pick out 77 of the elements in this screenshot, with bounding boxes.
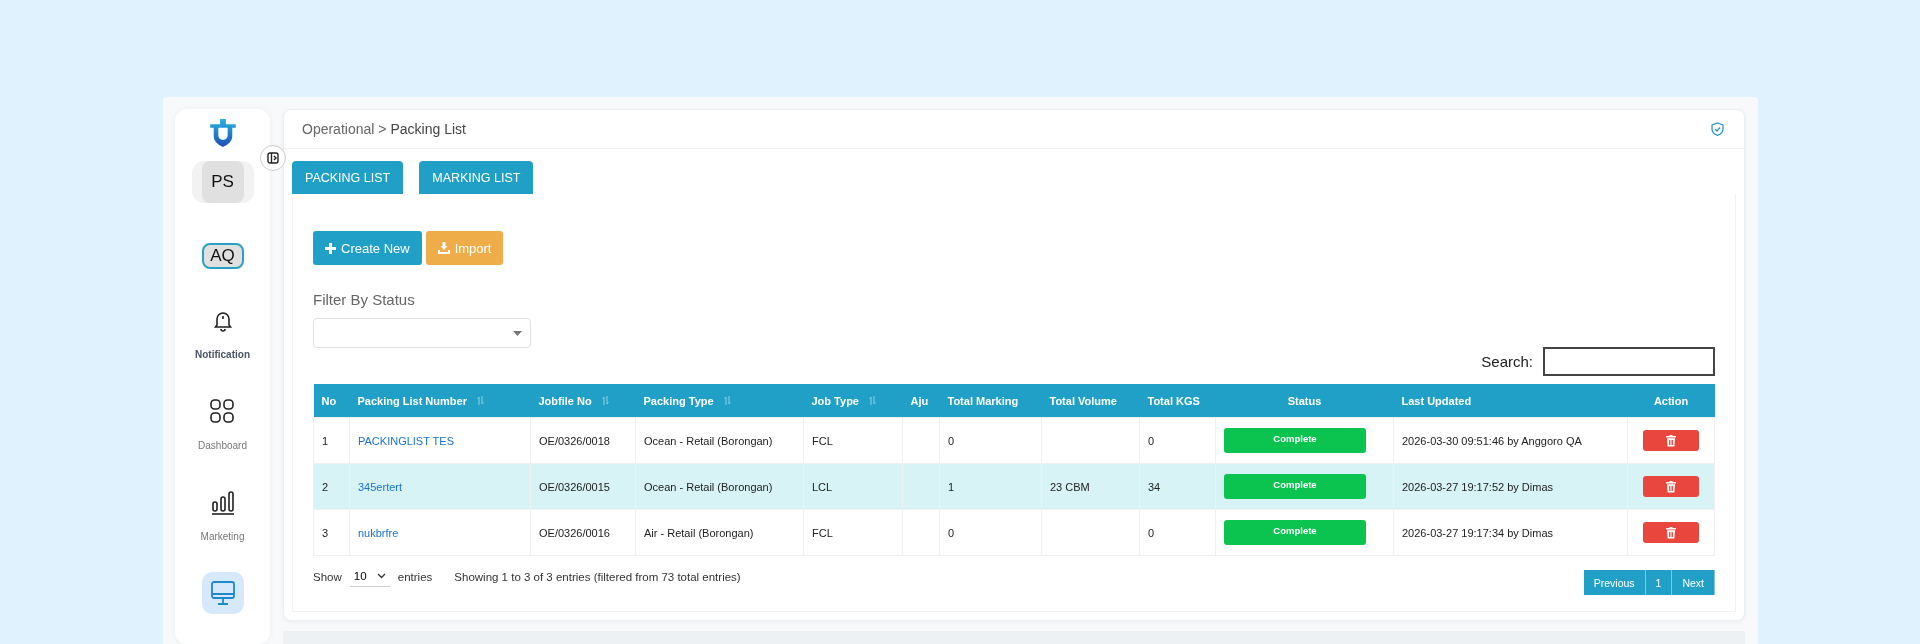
table-cell: 34 xyxy=(1148,480,1161,493)
packing-list-link[interactable]: 345ertert xyxy=(358,480,403,493)
pagination-button[interactable]: Previous xyxy=(1583,570,1646,595)
table-cell: 0 xyxy=(948,434,955,447)
table-cell: 0 xyxy=(1148,434,1155,447)
column-header[interactable]: Packing List Number xyxy=(349,384,531,418)
table-cell: 0 xyxy=(948,526,955,539)
status-badge: Complete xyxy=(1224,520,1366,545)
monitor-icon xyxy=(208,579,237,607)
bar-chart-icon xyxy=(209,489,236,515)
table-cell: Ocean - Retail (Borongan) xyxy=(644,480,773,493)
table-cell: 3 xyxy=(322,526,329,539)
packing-list-link[interactable]: PACKINGLIST TES xyxy=(358,434,454,447)
avatar[interactable]: AQ xyxy=(201,242,244,269)
table-cell: 2026-03-30 09:51:46 by Anggoro QA xyxy=(1402,434,1582,447)
table-cell: 2026-03-27 19:17:52 by Dimas xyxy=(1402,480,1554,493)
create-button[interactable]: Create New xyxy=(313,231,422,265)
column-header: No xyxy=(313,384,350,418)
table-cell: FCL xyxy=(812,526,833,539)
table-cell: FCL xyxy=(812,434,833,447)
packing-list-link[interactable]: nukbrfre xyxy=(358,526,399,539)
grid-icon xyxy=(209,398,236,424)
entries-info: Showing 1 to 3 of 3 entries (filtered from 73 total entries) xyxy=(454,570,741,583)
column-header: Total Marking xyxy=(939,384,1042,418)
column-header: Action xyxy=(1627,384,1715,418)
table-cell: 23 CBM xyxy=(1050,480,1090,493)
breadcrumb-link[interactable]: Operational > xyxy=(302,121,387,137)
table-cell: 1 xyxy=(948,480,955,493)
table-cell: OE/0326/0016 xyxy=(539,526,610,539)
nav-label[interactable]: Dashboard xyxy=(198,440,247,451)
sidebar-toggle-button[interactable] xyxy=(260,145,286,171)
column-header: Last Updated xyxy=(1393,384,1628,418)
pagination-button[interactable]: 1 xyxy=(1645,570,1673,595)
breadcrumb-current: Packing List xyxy=(390,121,466,137)
download-icon xyxy=(437,242,450,254)
nav-label[interactable]: Notification xyxy=(195,349,250,360)
filter-label: Filter By Status xyxy=(313,291,416,308)
trash-icon xyxy=(1666,480,1676,493)
trash-icon xyxy=(1666,434,1676,447)
column-header: Total KGS xyxy=(1139,384,1216,418)
delete-button[interactable] xyxy=(1643,476,1699,497)
column-header[interactable]: Job Type xyxy=(803,384,903,418)
entries-label: entries xyxy=(397,570,433,583)
entries-dropdown[interactable]: 10 xyxy=(349,566,390,587)
delete-button[interactable] xyxy=(1643,430,1699,451)
table-cell: 2 xyxy=(322,480,329,493)
caret-icon xyxy=(513,331,522,336)
trash-icon xyxy=(1666,526,1676,539)
table-cell: LCL xyxy=(812,480,833,493)
plus-icon xyxy=(325,242,336,254)
column-header: Status xyxy=(1215,384,1394,418)
import-button[interactable]: Import xyxy=(425,231,504,265)
show-label: Show xyxy=(313,570,342,583)
table-cell: 0 xyxy=(1148,526,1155,539)
sidebar-icon xyxy=(267,152,279,164)
table-cell: OE/0326/0018 xyxy=(539,434,610,447)
table-cell: OE/0326/0015 xyxy=(539,480,610,493)
pagination-button[interactable]: Next xyxy=(1672,570,1715,595)
table-cell: 2026-03-27 19:17:34 by Dimas xyxy=(1402,526,1554,539)
status-badge: Complete xyxy=(1224,428,1366,453)
table-cell: Air - Retail (Borongan) xyxy=(644,526,754,539)
search-field[interactable] xyxy=(1543,347,1715,376)
column-header: Total Volume xyxy=(1041,384,1140,418)
table-cell: 1 xyxy=(322,434,329,447)
column-header: Aju xyxy=(902,384,940,418)
table-cell: Ocean - Retail (Borongan) xyxy=(644,434,773,447)
tab[interactable]: MARKING LIST xyxy=(419,161,534,194)
column-header[interactable]: Packing Type xyxy=(635,384,804,418)
chevron-down-icon xyxy=(376,573,386,579)
avatar[interactable]: PS xyxy=(201,160,244,203)
tab[interactable]: PACKING LIST xyxy=(292,161,404,194)
nav-label[interactable]: Marketing xyxy=(200,531,245,542)
delete-button[interactable] xyxy=(1643,522,1699,543)
column-header[interactable]: Jobfile No xyxy=(530,384,636,418)
status-badge: Complete xyxy=(1224,474,1366,499)
shield-check-icon xyxy=(1711,122,1724,136)
search-label: Search: xyxy=(1481,353,1533,370)
